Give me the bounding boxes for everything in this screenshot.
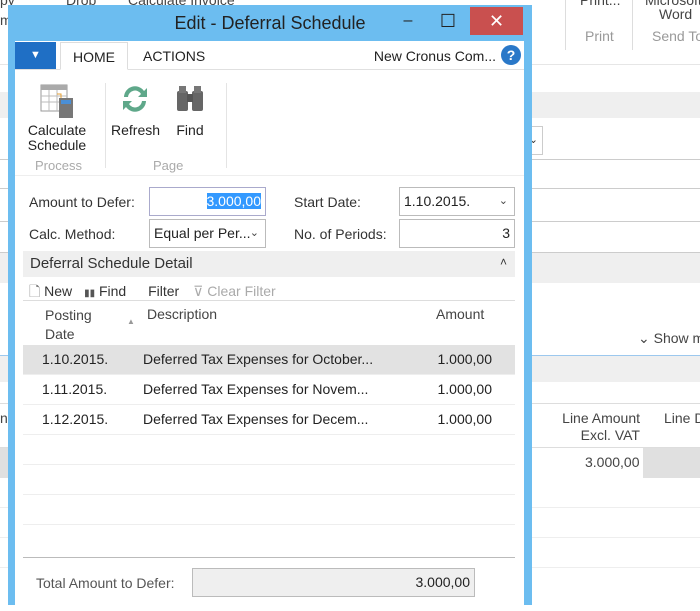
tab-actions[interactable]: ACTIONS (131, 42, 217, 70)
calc-method-select[interactable]: Equal per Per... ⌄ (149, 219, 266, 248)
deferral-schedule-dialog: Edit - Deferral Schedule – ☐ ✕ ▼ HOME AC… (8, 5, 532, 611)
detail-header[interactable]: Deferral Schedule Detail ˄ (23, 251, 515, 277)
row-date: 1.12.2015. (42, 411, 109, 427)
refresh-button[interactable]: Refresh (111, 83, 161, 138)
bg-col-line-amount: Line Amount Excl. VAT (562, 410, 640, 443)
refresh-label: Refresh (111, 122, 161, 138)
row-description: Deferred Tax Expenses for October... (143, 351, 374, 367)
row-amount: 1.000,00 (437, 381, 493, 397)
calculate-schedule-label: Calculate Schedule (27, 122, 87, 153)
calendar-calculator-icon (40, 84, 73, 118)
find-button[interactable]: Find (173, 83, 207, 138)
chevron-down-icon[interactable]: ⌄ (499, 188, 508, 215)
start-date-value: 1.10.2015. (404, 193, 471, 209)
new-label: New (44, 283, 73, 299)
close-button[interactable]: ✕ (470, 7, 523, 35)
detail-title: Deferral Schedule Detail (30, 255, 193, 272)
row-amount: 1.000,00 (437, 351, 493, 367)
row-date: 1.11.2015. (42, 381, 108, 397)
col-description[interactable]: Description (147, 306, 217, 322)
bg-word-label: Word (659, 6, 693, 22)
col-amount[interactable]: Amount (436, 306, 484, 322)
application-menu-button[interactable]: ▼ (15, 42, 56, 69)
chevron-down-icon[interactable]: ⌄ (250, 220, 259, 247)
table-row-empty[interactable] (23, 435, 515, 465)
bg-show-more[interactable]: ⌄ Show m (638, 330, 700, 347)
binoculars-icon (177, 86, 203, 111)
refresh-icon (123, 86, 147, 112)
bg-show-more-label: Show m (653, 330, 700, 346)
bg-line-amount-value: 3.000,00 (585, 454, 640, 470)
row-date: 1.10.2015. (42, 351, 109, 367)
col-posting-date[interactable]: Posting Date (45, 306, 92, 344)
new-button[interactable]: 🗋 New (29, 283, 72, 299)
detail-toolbar: 🗋 New ▮▮ Find Filter ⊽ Clear Filter (29, 281, 276, 305)
bg-group-send-to: Send To (652, 28, 700, 44)
minimize-button[interactable]: – (394, 7, 422, 35)
filter-button[interactable]: Filter (148, 283, 179, 299)
calculate-schedule-button[interactable]: Calculate Schedule (23, 83, 91, 153)
find-lines-button[interactable]: ▮▮ Find (84, 283, 126, 299)
amount-to-defer-input[interactable]: 3.000,00 (149, 187, 266, 216)
col-posting-date-line2: Date (45, 326, 75, 342)
table-row[interactable]: 1.12.2015. Deferred Tax Expenses for Dec… (23, 405, 515, 435)
amount-to-defer-label: Amount to Defer: (29, 194, 135, 210)
no-of-periods-input[interactable]: 3 (399, 219, 515, 248)
no-of-periods-label: No. of Periods: (294, 226, 387, 242)
total-amount-label: Total Amount to Defer: (36, 575, 175, 591)
clear-filter-label: Clear Filter (207, 283, 276, 299)
maximize-button[interactable]: ☐ (434, 7, 462, 35)
find-label: Find (176, 122, 204, 138)
new-document-icon: 🗋 (29, 283, 41, 299)
binoculars-icon: ▮▮ (84, 288, 96, 299)
start-date-input[interactable]: 1.10.2015. ⌄ (399, 187, 515, 216)
col-posting-date-line1: Posting (45, 307, 92, 323)
calc-method-value: Equal per Per... (154, 225, 251, 241)
bg-left-fragment: n (0, 410, 8, 426)
row-amount: 1.000,00 (437, 411, 493, 427)
group-process: Process (35, 158, 82, 173)
collapse-icon[interactable]: ˄ (500, 255, 507, 269)
bg-group-print: Print (585, 28, 614, 44)
company-name[interactable]: New Cronus Com... (374, 48, 496, 64)
calc-method-label: Calc. Method: (29, 226, 116, 242)
total-amount-value: 3.000,00 (192, 568, 475, 597)
help-icon[interactable]: ? (501, 45, 521, 65)
group-page: Page (153, 158, 184, 173)
sort-ascending-icon: ▲ (127, 317, 135, 326)
table-row-empty[interactable] (23, 495, 515, 525)
row-description: Deferred Tax Expenses for Novem... (143, 381, 369, 397)
clear-filter-button[interactable]: ⊽ Clear Filter (193, 283, 276, 299)
ribbon-tabs: ▼ HOME ACTIONS New Cronus Com... ? (15, 41, 524, 70)
table-row-empty[interactable] (23, 465, 515, 495)
start-date-label: Start Date: (294, 194, 361, 210)
find-lines-label: Find (98, 283, 127, 299)
row-description: Deferred Tax Expenses for Decem... (143, 411, 369, 427)
clear-filter-icon: ⊽ (193, 283, 204, 299)
table-row[interactable]: 1.10.2015. Deferred Tax Expenses for Oct… (23, 345, 515, 375)
table-row[interactable]: 1.11.2015. Deferred Tax Expenses for Nov… (23, 375, 515, 405)
bg-print-button[interactable]: Print... (580, 0, 620, 8)
amount-to-defer-value: 3.000,00 (206, 193, 261, 209)
bg-col-line-d: Line D (664, 410, 700, 426)
tab-home[interactable]: HOME (60, 42, 128, 70)
